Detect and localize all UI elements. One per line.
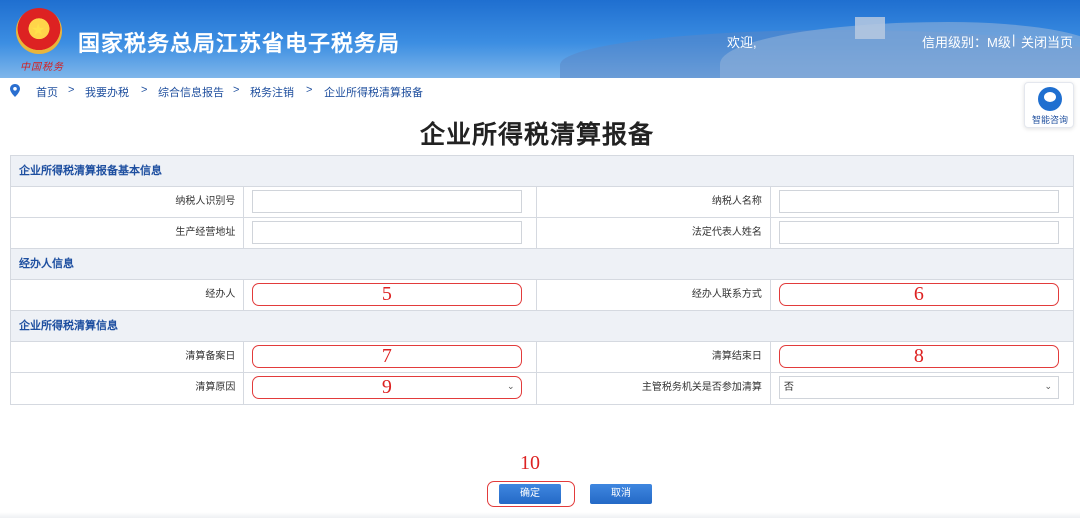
field-label: 纳税人识别号 [11,187,245,217]
page-title: 企业所得税清算报备 [419,121,654,149]
form-row: 纳税人识别号 纳税人名称 [11,187,1073,218]
breadcrumb-home[interactable]: 首页 [36,84,58,100]
tax-emblem-icon [16,8,62,54]
breadcrumb-separator: > [233,84,240,96]
brand-subtitle: 中国税务 [20,62,64,73]
breadcrumb-info-report[interactable]: 综合信息报告 [158,84,224,100]
step-marker: 10 [520,452,540,474]
field-label: 清算原因 [11,373,245,404]
liquidation-filing-form: 企业所得税清算报备基本信息 纳税人识别号 纳税人名称 生产经营地址 法定代表人姓… [10,155,1074,405]
business-address-input[interactable] [252,221,522,244]
select-value: 否 [783,382,794,393]
step-marker: 8 [913,345,924,367]
field-label: 清算备案日 [11,342,245,372]
customer-service-icon [1038,87,1062,111]
chevron-down-icon: ⌄ [506,381,515,391]
form-row: 生产经营地址 法定代表人姓名 [11,218,1073,249]
field-label: 清算结束日 [537,342,771,372]
site-title: 国家税务总局江苏省电子税务局 [78,31,401,56]
footer-divider [0,512,1080,518]
step-marker: 6 [913,283,924,305]
breadcrumb-separator: > [68,84,75,96]
section-title-handler-info: 经办人信息 [11,249,1073,280]
liquidation-end-date-input[interactable]: 8 [778,345,1059,368]
field-label: 纳税人名称 [537,187,771,217]
confirm-button[interactable]: 确定 [499,484,561,504]
step-marker: 5 [381,283,392,305]
field-label: 主管税务机关是否参加清算 [537,373,771,404]
step-marker: 9 [381,376,392,398]
taxpayer-id-input[interactable] [252,190,522,213]
field-label: 经办人 [11,280,245,310]
section-title-basic-info: 企业所得税清算报备基本信息 [11,156,1073,187]
header-banner: 中国税务 国家税务总局江苏省电子税务局 欢迎, 信用级别：M级 | 关闭当页 [0,0,1080,78]
credit-level: 信用级别：M级 [922,35,1011,50]
breadcrumb-separator: > [141,84,148,96]
field-label: 生产经营地址 [11,218,245,248]
liquidation-filing-date-input[interactable]: 7 [252,345,522,368]
close-page-link[interactable]: 关闭当页 [1021,32,1073,51]
breadcrumb-separator: > [306,84,313,96]
section-title-liquidation-info: 企业所得税清算信息 [11,311,1073,342]
tax-authority-participation-select[interactable]: 否 ⌄ [778,376,1059,399]
breadcrumb-tax-handling[interactable]: 我要办税 [85,84,129,100]
taxpayer-name-input[interactable] [778,190,1059,213]
legal-rep-name-input[interactable] [778,221,1059,244]
handler-input[interactable]: 5 [252,283,522,306]
breadcrumb-tax-cancel[interactable]: 税务注销 [250,84,294,100]
field-label: 法定代表人姓名 [537,218,771,248]
header-separator: | [1012,32,1016,47]
cancel-button[interactable]: 取消 [590,484,652,504]
great-wall-tower-decoration [855,17,885,39]
form-row: 清算原因 9 ⌄ 主管税务机关是否参加清算 否 ⌄ [11,373,1073,404]
breadcrumb-current: 企业所得税清算报备 [324,87,423,99]
chevron-down-icon: ⌄ [1044,381,1052,391]
form-row: 经办人 5 经办人联系方式 6 [11,280,1073,311]
location-pin-icon [10,84,20,97]
step-marker: 7 [381,345,392,367]
liquidation-reason-select[interactable]: 9 ⌄ [252,376,522,399]
handler-contact-input[interactable]: 6 [778,283,1059,306]
form-row: 清算备案日 7 清算结束日 8 [11,342,1073,373]
welcome-text: 欢迎, [727,35,757,50]
field-label: 经办人联系方式 [537,280,771,310]
